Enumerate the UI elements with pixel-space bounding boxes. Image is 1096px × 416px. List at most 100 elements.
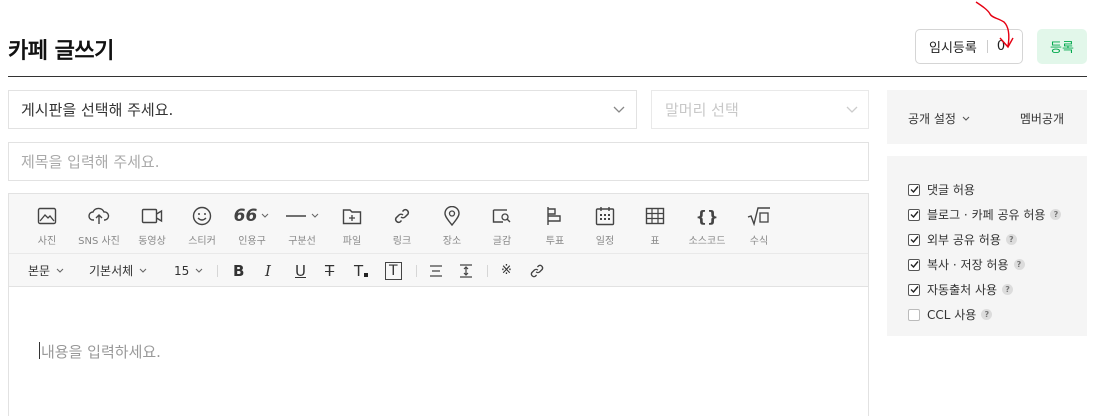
tool-link[interactable]: 링크 bbox=[374, 205, 430, 247]
option-label: CCL 사용 bbox=[927, 308, 977, 322]
tool-code[interactable]: {} 소스코드 bbox=[679, 205, 735, 248]
checkbox-unchecked-icon[interactable] bbox=[908, 308, 920, 321]
tool-sns-photo[interactable]: SNS 사진 bbox=[71, 205, 127, 247]
tool-label: 파일 bbox=[342, 236, 362, 247]
font-family-select[interactable]: 기본서체 bbox=[89, 254, 148, 287]
tool-video[interactable]: 동영상 bbox=[124, 205, 180, 247]
editor: 사진 SNS 사진 동영상 스티커 66 인용구 구분선 파일 링크 장소 글감… bbox=[8, 193, 869, 416]
text-background-icon: T bbox=[385, 261, 402, 280]
options-panel: 댓글 허용 블로그 · 카페 공유 허용 ? 외부 공유 허용 ? 복사 · 저… bbox=[887, 156, 1087, 336]
align-button[interactable] bbox=[429, 254, 443, 287]
public-setting-toggle[interactable]: 공개 설정 bbox=[908, 110, 971, 127]
tool-label: 소스코드 bbox=[688, 236, 726, 247]
text-color-swatch-icon bbox=[364, 272, 369, 277]
font-family-value: 기본서체 bbox=[89, 264, 134, 278]
option-label: 복사 · 저장 허용 bbox=[927, 258, 1009, 272]
insert-toolbar: 사진 SNS 사진 동영상 스티커 66 인용구 구분선 파일 링크 장소 글감… bbox=[9, 194, 868, 254]
bold-button[interactable]: B bbox=[233, 254, 244, 287]
italic-icon: I bbox=[265, 261, 271, 280]
tool-label: 인용구 bbox=[238, 236, 266, 247]
tool-material[interactable]: 글감 bbox=[474, 205, 530, 247]
public-setting-value: 멤버공개 bbox=[1019, 112, 1064, 126]
help-icon[interactable]: ? bbox=[1050, 209, 1062, 220]
option-ccl[interactable]: CCL 사용 ? bbox=[887, 302, 1087, 327]
format-separator bbox=[217, 265, 218, 277]
register-button[interactable]: 등록 bbox=[1037, 29, 1087, 64]
formula-icon bbox=[747, 207, 770, 226]
tool-photo[interactable]: 사진 bbox=[19, 205, 75, 247]
format-link-button[interactable] bbox=[529, 254, 545, 287]
format-separator bbox=[416, 265, 417, 277]
special-char-button[interactable]: ※ bbox=[501, 254, 512, 287]
tool-formula[interactable]: 수식 bbox=[731, 205, 787, 247]
tool-table[interactable]: 표 bbox=[627, 205, 683, 247]
public-setting-label: 공개 설정 bbox=[908, 112, 956, 126]
italic-button[interactable]: I bbox=[265, 254, 271, 287]
strikethrough-icon: T bbox=[325, 261, 335, 280]
board-select[interactable]: 게시판을 선택해 주세요. bbox=[8, 90, 637, 129]
head-select[interactable]: 말머리 선택 bbox=[651, 90, 869, 129]
paragraph-style-value: 본문 bbox=[28, 264, 51, 278]
tool-quote[interactable]: 66 인용구 bbox=[224, 205, 280, 247]
tool-label: 수식 bbox=[749, 236, 769, 247]
option-allow-blog-cafe-share[interactable]: 블로그 · 카페 공유 허용 ? bbox=[887, 202, 1087, 227]
font-size-select[interactable]: 15 bbox=[174, 254, 204, 287]
checkbox-checked-icon[interactable] bbox=[908, 283, 920, 296]
help-icon[interactable]: ? bbox=[1005, 234, 1017, 245]
align-center-icon bbox=[430, 264, 442, 277]
checkbox-checked-icon[interactable] bbox=[908, 183, 920, 196]
line-height-icon bbox=[460, 263, 472, 278]
chevron-down-icon bbox=[846, 106, 858, 113]
bold-icon: B bbox=[233, 261, 245, 280]
option-label: 외부 공유 허용 bbox=[927, 233, 1001, 247]
temp-save-count[interactable]: 0 bbox=[997, 39, 1005, 54]
option-auto-source[interactable]: 자동출처 사용 ? bbox=[887, 277, 1087, 302]
strikethrough-button[interactable]: T bbox=[325, 254, 334, 287]
checkbox-checked-icon[interactable] bbox=[908, 233, 920, 246]
text-color-button[interactable]: T bbox=[354, 254, 369, 287]
help-icon[interactable]: ? bbox=[981, 309, 993, 320]
quote-icon: 66 bbox=[233, 206, 258, 226]
checkbox-checked-icon[interactable] bbox=[908, 258, 920, 271]
tool-place[interactable]: 장소 bbox=[424, 205, 480, 247]
tool-file[interactable]: 파일 bbox=[324, 205, 380, 247]
checkbox-checked-icon[interactable] bbox=[908, 208, 920, 221]
temp-save-button[interactable]: 임시등록 0 bbox=[915, 29, 1023, 64]
tool-label: 동영상 bbox=[138, 236, 166, 247]
tool-label: 일정 bbox=[595, 236, 615, 247]
tool-calendar[interactable]: 일정 bbox=[577, 205, 633, 247]
option-allow-comments[interactable]: 댓글 허용 bbox=[887, 177, 1087, 202]
content-textarea[interactable]: 내용을 입력하세요. bbox=[9, 287, 868, 416]
option-allow-copy-save[interactable]: 복사 · 저장 허용 ? bbox=[887, 252, 1087, 277]
divider-icon bbox=[285, 215, 306, 217]
chevron-down-icon bbox=[195, 268, 203, 273]
calendar-icon bbox=[595, 207, 615, 226]
tool-vote[interactable]: 투표 bbox=[527, 205, 583, 247]
tool-sticker[interactable]: 스티커 bbox=[174, 205, 230, 247]
header-divider bbox=[8, 76, 1087, 77]
paragraph-style-select[interactable]: 본문 bbox=[28, 254, 65, 287]
help-icon[interactable]: ? bbox=[1002, 284, 1014, 295]
vote-icon bbox=[547, 207, 561, 225]
temp-save-label: 임시등록 bbox=[929, 41, 977, 56]
temp-save-divider bbox=[986, 40, 988, 53]
help-icon[interactable]: ? bbox=[1013, 259, 1025, 270]
head-select-placeholder: 말머리 선택 bbox=[665, 101, 739, 119]
subject-input[interactable]: 제목을 입력해 주세요. bbox=[8, 142, 869, 181]
text-background-button[interactable]: T bbox=[385, 254, 402, 287]
board-select-placeholder: 게시판을 선택해 주세요. bbox=[21, 101, 174, 119]
text-caret bbox=[39, 342, 40, 359]
cloud-upload-icon bbox=[88, 207, 110, 224]
tool-label: 투표 bbox=[545, 236, 565, 247]
font-size-value: 15 bbox=[174, 263, 190, 278]
format-separator bbox=[487, 265, 488, 277]
underline-button[interactable]: U bbox=[295, 254, 306, 287]
video-icon bbox=[141, 208, 163, 224]
line-height-button[interactable] bbox=[459, 254, 473, 287]
tool-label: 스티커 bbox=[188, 236, 216, 247]
option-allow-external-share[interactable]: 외부 공유 허용 ? bbox=[887, 227, 1087, 252]
table-icon bbox=[645, 207, 665, 225]
file-icon bbox=[342, 209, 362, 225]
chevron-down-icon bbox=[962, 116, 970, 121]
tool-divider[interactable]: 구분선 bbox=[274, 205, 330, 247]
